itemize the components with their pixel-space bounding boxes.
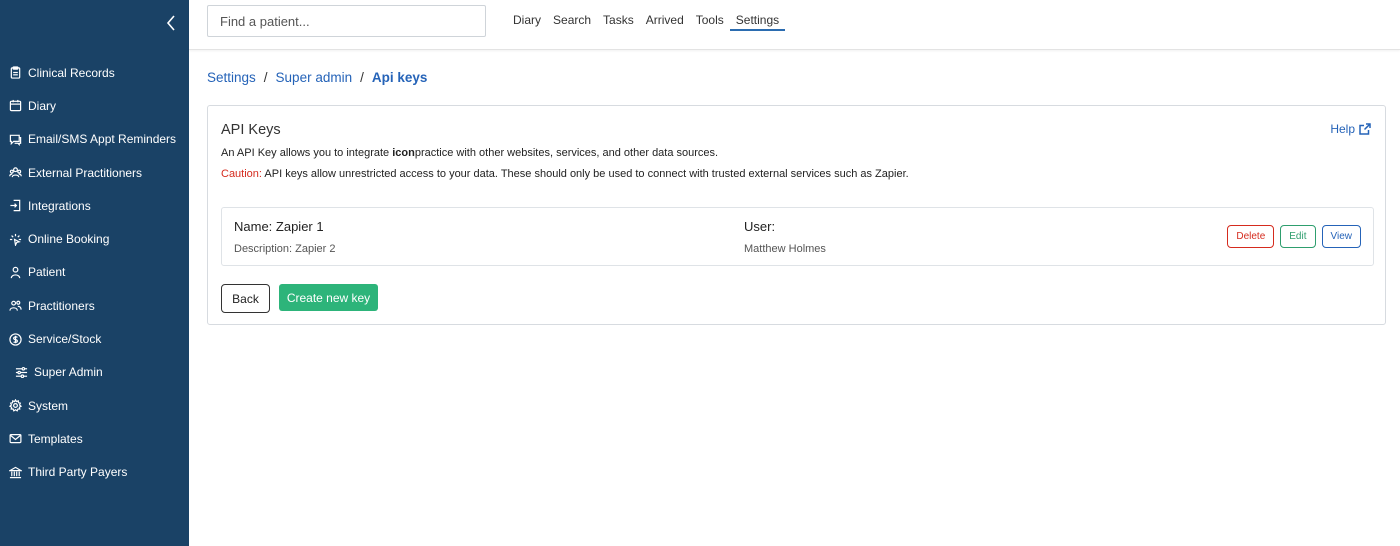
user-icon — [8, 265, 22, 279]
sidebar-item-label: Patient — [28, 265, 66, 280]
sliders-icon — [14, 365, 28, 379]
collapse-sidebar-button[interactable] — [162, 12, 180, 34]
caution-message: API keys allow unrestricted access to yo… — [261, 168, 909, 180]
sidebar-item-label: Practitioners — [28, 298, 95, 313]
sidebar-item-label: Service/Stock — [28, 332, 102, 347]
sidebar-menu: Clinical Records Diary Email/SMS Appt Re… — [0, 56, 189, 489]
people-icon — [8, 299, 22, 313]
edit-button[interactable]: Edit — [1280, 225, 1316, 248]
sidebar-item-label: Clinical Records — [28, 65, 115, 80]
sidebar-item-label: Email/SMS Appt Reminders — [28, 132, 177, 147]
api-key-user: Matthew Holmes — [744, 243, 826, 255]
nav-search[interactable]: Search — [547, 13, 597, 31]
desc-suffix: practice with other websites, services, … — [414, 147, 719, 159]
breadcrumb-separator: / — [360, 70, 364, 85]
sidebar: Clinical Records Diary Email/SMS Appt Re… — [0, 0, 189, 546]
api-key-name: Name: Zapier 1 — [234, 219, 324, 234]
users-icon — [8, 166, 22, 180]
clipboard-icon — [8, 66, 22, 80]
breadcrumb-super-admin[interactable]: Super admin — [276, 70, 353, 85]
breadcrumb-separator: / — [263, 70, 268, 85]
sidebar-item-label: Diary — [28, 98, 57, 113]
sidebar-item-third-party-payers[interactable]: Third Party Payers — [0, 456, 189, 489]
sidebar-item-system[interactable]: System — [0, 389, 189, 422]
calendar-icon — [8, 99, 22, 113]
desc-prefix: An API Key allows you to integrate — [221, 147, 393, 159]
breadcrumb-current: Api keys — [371, 70, 428, 85]
gear-icon — [8, 399, 22, 413]
sparkle-icon — [8, 232, 22, 246]
sidebar-item-integrations[interactable]: Integrations — [0, 189, 189, 222]
sidebar-item-clinical-records[interactable]: Clinical Records — [0, 56, 189, 89]
row-actions: Delete Edit View — [1227, 225, 1361, 248]
dollar-icon — [8, 332, 22, 346]
sidebar-item-diary[interactable]: Diary — [0, 89, 189, 122]
api-keys-card: API Keys Help An API Key allows you to i… — [207, 105, 1386, 325]
sidebar-item-label: External Practitioners — [28, 165, 143, 180]
nav-arrived[interactable]: Arrived — [640, 13, 690, 31]
top-nav: Diary Search Tasks Arrived Tools Setting… — [507, 13, 786, 31]
caution-text: Caution: API keys allow unrestricted acc… — [221, 168, 909, 180]
sidebar-item-patient[interactable]: Patient — [0, 256, 189, 289]
chevron-left-icon — [166, 15, 175, 31]
patient-search-input[interactable] — [207, 5, 486, 37]
plug-icon — [8, 199, 22, 213]
message-icon — [8, 132, 22, 146]
sidebar-item-label: Online Booking — [28, 232, 110, 247]
back-button[interactable]: Back — [221, 284, 270, 313]
api-key-description: An API Key allows you to integrate iconp… — [221, 147, 718, 159]
sidebar-item-label: System — [28, 398, 69, 413]
sidebar-item-label: Super Admin — [34, 365, 103, 380]
sidebar-item-external-practitioners[interactable]: External Practitioners — [0, 156, 189, 189]
sidebar-item-label: Third Party Payers — [28, 465, 128, 480]
help-label: Help — [1330, 122, 1355, 136]
sidebar-item-practitioners[interactable]: Practitioners — [0, 289, 189, 322]
nav-tasks[interactable]: Tasks — [597, 13, 640, 31]
nav-tools[interactable]: Tools — [690, 13, 730, 31]
sidebar-item-label: Templates — [28, 431, 83, 446]
external-link-icon — [1359, 123, 1371, 135]
api-key-desc: Description: Zapier 2 — [234, 243, 336, 255]
sidebar-item-label: Integrations — [28, 198, 91, 213]
api-key-user-label: User: — [744, 219, 776, 234]
breadcrumb-settings[interactable]: Settings — [207, 70, 256, 85]
sidebar-item-templates[interactable]: Templates — [0, 422, 189, 455]
nav-settings[interactable]: Settings — [729, 13, 786, 31]
card-title: API Keys — [221, 122, 281, 138]
bank-icon — [8, 465, 22, 479]
sidebar-item-super-admin[interactable]: Super Admin — [0, 356, 189, 389]
create-new-key-button[interactable]: Create new key — [279, 284, 378, 311]
api-key-row: Name: Zapier 1 Description: Zapier 2 Use… — [221, 207, 1374, 266]
top-bar: Diary Search Tasks Arrived Tools Setting… — [189, 0, 1400, 50]
sidebar-item-service-stock[interactable]: Service/Stock — [0, 322, 189, 355]
help-link[interactable]: Help — [1330, 122, 1371, 136]
sidebar-item-email-sms-reminders[interactable]: Email/SMS Appt Reminders — [0, 123, 189, 156]
sidebar-item-online-booking[interactable]: Online Booking — [0, 222, 189, 255]
delete-button[interactable]: Delete — [1227, 225, 1275, 248]
desc-brand: icon — [392, 147, 415, 159]
envelope-icon — [8, 432, 22, 446]
nav-diary[interactable]: Diary — [507, 13, 547, 31]
breadcrumb: Settings / Super admin / Api keys — [207, 70, 427, 85]
view-button[interactable]: View — [1321, 225, 1361, 248]
caution-label: Caution: — [221, 168, 262, 180]
